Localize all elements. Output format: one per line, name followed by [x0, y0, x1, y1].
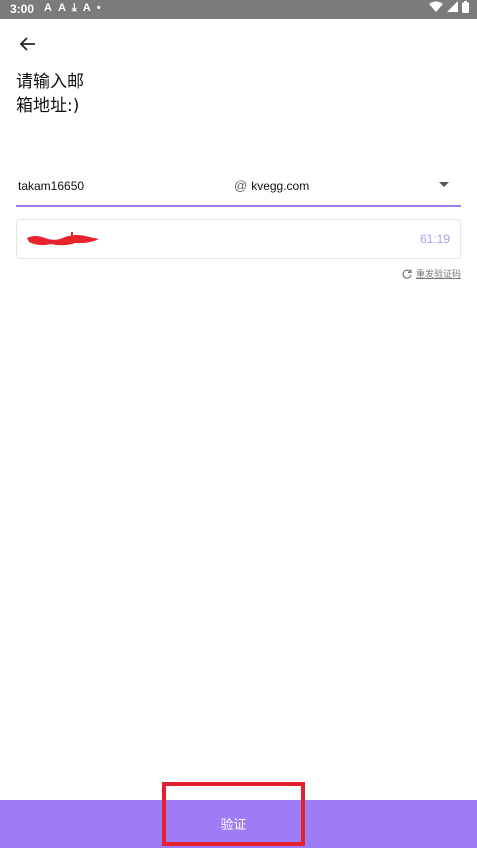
mail-time: 61:19	[419, 232, 450, 246]
resend-code-link[interactable]: 重发验证码	[402, 267, 461, 280]
arrow-left-icon	[20, 37, 35, 51]
back-button[interactable]	[14, 30, 42, 58]
verify-button[interactable]: 验证	[162, 782, 305, 846]
refresh-icon	[402, 269, 412, 279]
signal-icon	[447, 1, 458, 12]
caret-down-icon[interactable]	[439, 182, 449, 187]
status-notification-icons: A A ⤓ A •	[44, 2, 101, 15]
at-symbol: @	[234, 178, 248, 193]
status-bar: 3:00 A A ⤓ A •	[0, 0, 477, 19]
app-a-icon: A	[82, 2, 91, 14]
app-a-icon: A	[57, 2, 66, 14]
status-system-icons	[429, 1, 469, 13]
status-time: 3:00	[10, 2, 35, 16]
page-title: 请输入邮 箱地址:)	[16, 70, 136, 118]
wifi-icon	[429, 1, 443, 12]
title-line-2: 箱地址:)	[16, 96, 80, 116]
redacted-sender	[27, 232, 99, 246]
email-domain-select[interactable]: @ kvegg.com	[234, 178, 309, 193]
mail-list-item[interactable]: 61:19	[16, 219, 461, 259]
email-input-row[interactable]: takam16650 @ kvegg.com	[16, 168, 461, 207]
battery-icon	[462, 1, 469, 13]
dot-icon: •	[96, 2, 101, 14]
title-line-1: 请输入邮	[16, 72, 84, 92]
email-username-field[interactable]: takam16650	[18, 179, 84, 193]
verify-label: 验证	[220, 817, 247, 833]
app-a-icon: A	[44, 2, 52, 14]
email-domain-value: kvegg.com	[251, 178, 310, 193]
download-icon: ⤓	[71, 2, 77, 14]
resend-label: 重发验证码	[415, 270, 461, 280]
